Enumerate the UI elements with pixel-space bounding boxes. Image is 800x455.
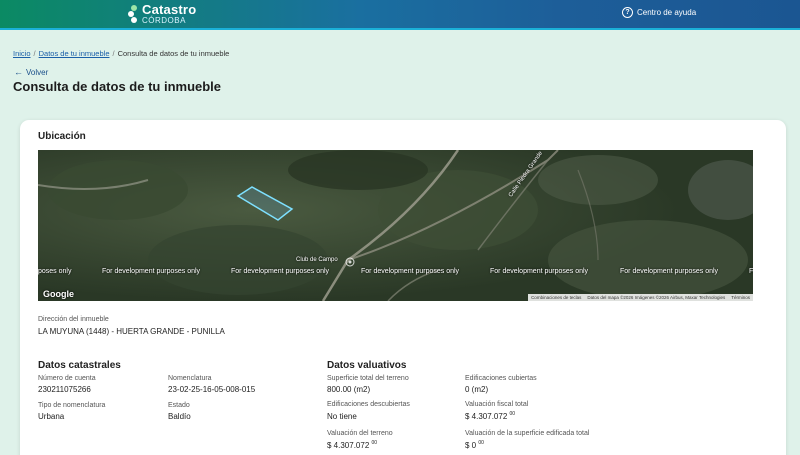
top-header: Catastro CÓRDOBA ? Centro de ayuda bbox=[0, 0, 800, 28]
state-label: Estado bbox=[168, 402, 190, 409]
watermark-text: Fo bbox=[749, 268, 753, 275]
watermark-text: For development purposes only bbox=[620, 268, 719, 275]
fiscal-valuation-value: $ 4.307.072 00 bbox=[465, 411, 516, 421]
help-center-label: Centro de ayuda bbox=[637, 8, 697, 17]
arrow-left-icon: ← bbox=[14, 67, 23, 77]
fiscal-valuation-label: Valuación fiscal total bbox=[465, 401, 529, 408]
watermark-text: poses only bbox=[38, 268, 72, 275]
breadcrumb-inicio[interactable]: Inicio bbox=[13, 49, 31, 58]
land-valuation-value: $ 4.307.072 00 bbox=[327, 440, 378, 450]
club-de-campo-label: Club de Campo bbox=[296, 257, 338, 263]
state-value: Baldío bbox=[168, 412, 191, 421]
logo-title: Catastro bbox=[142, 2, 197, 17]
address-value: LA MUYUNA (1448) - HUERTA GRANDE - PUNIL… bbox=[38, 327, 225, 336]
breadcrumb-datos-inmueble[interactable]: Datos de tu inmueble bbox=[39, 49, 110, 58]
nomenclature-label: Nomenclatura bbox=[168, 375, 212, 382]
covered-buildings-value: 0 (m2) bbox=[465, 385, 489, 394]
logo-mark-icon bbox=[128, 4, 138, 24]
google-logo: Google bbox=[43, 289, 74, 299]
header-accent-line bbox=[0, 28, 800, 30]
uncovered-buildings-value: No tiene bbox=[327, 412, 357, 421]
watermark-text: For development purposes only bbox=[102, 268, 201, 275]
help-center-link[interactable]: ? Centro de ayuda bbox=[622, 7, 696, 18]
nomenclature-value: 23-02-25-16-05-008-015 bbox=[168, 385, 256, 394]
map-attribution: Combinaciones de teclas Datos del mapa ©… bbox=[528, 294, 753, 301]
account-number-label: Número de cuenta bbox=[38, 375, 96, 382]
breadcrumb: Inicio / Datos de tu inmueble / Consulta de … bbox=[13, 49, 230, 58]
account-number-value: 230211075266 bbox=[38, 385, 91, 394]
land-area-label: Superficie total del terreno bbox=[327, 375, 409, 382]
address-label: Dirección del inmueble bbox=[38, 316, 109, 323]
land-area-value: 800.00 (m2) bbox=[327, 385, 371, 394]
location-section-title: Ubicación bbox=[38, 131, 86, 142]
watermark-text: For development purposes only bbox=[361, 268, 460, 275]
logo-subtitle: CÓRDOBA bbox=[142, 16, 186, 25]
map-data-attribution: Datos del mapa ©2026 Imágenes ©2026 Airb… bbox=[587, 295, 726, 300]
nomenclature-type-value: Urbana bbox=[38, 412, 65, 421]
question-circle-icon: ? bbox=[622, 7, 633, 18]
land-valuation-label: Valuación del terreno bbox=[327, 430, 393, 437]
covered-buildings-label: Edificaciones cubiertas bbox=[465, 375, 537, 382]
dev-watermark-row: poses only For development purposes only… bbox=[38, 268, 753, 278]
page-title: Consulta de datos de tu inmueble bbox=[13, 79, 222, 94]
uncovered-buildings-label: Edificaciones descubiertas bbox=[327, 401, 410, 408]
back-button[interactable]: ← Volver bbox=[14, 67, 48, 77]
watermark-text: For development purposes only bbox=[490, 268, 589, 275]
back-label: Volver bbox=[26, 67, 49, 77]
property-card: Ubicación Club de Campo Calle Piedra Gra… bbox=[20, 120, 786, 455]
nomenclature-type-label: Tipo de nomenclatura bbox=[38, 402, 106, 409]
terms-link[interactable]: Términos bbox=[731, 295, 750, 300]
built-valuation-label: Valuación de la superficie edificada tot… bbox=[465, 430, 590, 437]
valuation-section-title: Datos valuativos bbox=[327, 360, 407, 371]
location-map[interactable]: Club de Campo Calle Piedra Grande poses … bbox=[38, 150, 753, 301]
catastro-logo[interactable]: Catastro CÓRDOBA bbox=[128, 3, 196, 25]
catastral-section-title: Datos catastrales bbox=[38, 360, 121, 371]
keyboard-shortcuts-link[interactable]: Combinaciones de teclas bbox=[531, 295, 581, 300]
watermark-text: For development purposes only bbox=[231, 268, 330, 275]
built-valuation-value: $ 0 00 bbox=[465, 440, 484, 450]
breadcrumb-current: Consulta de datos de tu inmueble bbox=[117, 49, 230, 58]
satellite-imagery bbox=[38, 150, 753, 301]
